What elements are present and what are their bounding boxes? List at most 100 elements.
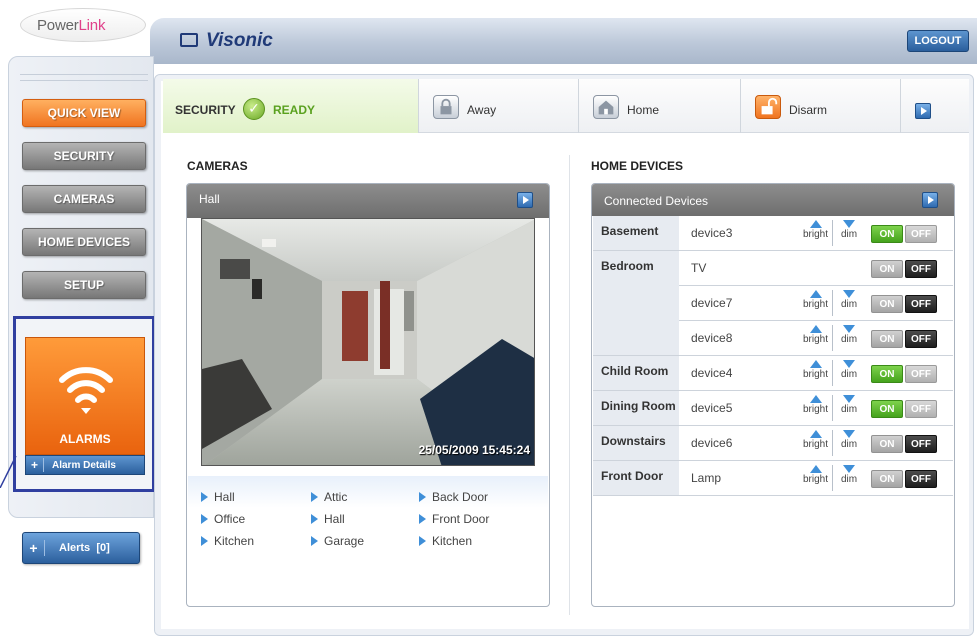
visonic-logo-icon — [180, 33, 198, 47]
brightness-up-button[interactable]: bright — [799, 360, 833, 386]
camera-item[interactable]: Attic — [311, 490, 347, 504]
room-label: Basement — [593, 216, 679, 251]
device-row: TV ON OFF — [679, 251, 953, 286]
device-off-button[interactable]: OFF — [905, 260, 937, 278]
header-bar: Visonic LOGOUT — [150, 18, 977, 64]
device-name: Lamp — [691, 471, 722, 485]
camera-header: Hall — [187, 184, 549, 218]
room-label: Bedroom — [593, 251, 679, 356]
camera-item[interactable]: Back Door — [419, 490, 488, 504]
device-on-button[interactable]: ON — [871, 435, 903, 453]
device-row: device8 bright dim ON OFF — [679, 321, 953, 356]
device-row: Lamp bright dim ON OFF — [679, 461, 953, 496]
main-panel: SECURITY ✓ READY Away Home Disarm CAMERA… — [154, 74, 974, 636]
camera-feed[interactable]: 25/05/2009 15:45:24 — [201, 218, 535, 466]
camera-feed-image — [202, 219, 534, 465]
brightness-down-button[interactable]: dim — [837, 360, 861, 380]
app-root: PowerLink Visonic LOGOUT QUICK VIEW SECU… — [0, 0, 977, 639]
brightness-down-button[interactable]: dim — [837, 395, 861, 415]
brightness-up-button[interactable]: bright — [799, 220, 833, 246]
device-on-button[interactable]: ON — [871, 365, 903, 383]
brand-label: Visonic — [206, 30, 273, 51]
away-button[interactable]: Away — [419, 79, 579, 133]
devices-next-arrow-icon[interactable] — [922, 192, 938, 208]
home-icon — [593, 95, 619, 119]
alerts-count: [0] — [96, 542, 110, 554]
disarm-button[interactable]: Disarm — [741, 79, 901, 133]
security-label: SECURITY — [175, 103, 236, 117]
device-on-button[interactable]: ON — [871, 260, 903, 278]
connected-devices-label: Connected Devices — [604, 194, 709, 208]
section-divider — [569, 155, 570, 615]
nav-quick-view-button[interactable]: QUICK VIEW — [22, 99, 146, 127]
room-label: Dining Room — [593, 391, 679, 426]
device-off-button[interactable]: OFF — [905, 225, 937, 243]
brightness-up-button[interactable]: bright — [799, 430, 833, 456]
camera-item[interactable]: Kitchen — [201, 534, 254, 548]
security-status-bar: SECURITY ✓ READY Away Home Disarm — [163, 79, 969, 133]
brightness-down-button[interactable]: dim — [837, 220, 861, 240]
brightness-up-button[interactable]: bright — [799, 465, 833, 491]
nav-divider — [20, 80, 148, 81]
alerts-button[interactable]: + Alerts [0] — [22, 532, 140, 564]
logout-button[interactable]: LOGOUT — [907, 30, 969, 52]
disarm-label: Disarm — [789, 103, 827, 117]
brightness-up-button[interactable]: bright — [799, 290, 833, 316]
camera-next-arrow-icon[interactable] — [517, 192, 533, 208]
nav-cameras-button[interactable]: CAMERAS — [22, 185, 146, 213]
camera-item[interactable]: Hall — [311, 512, 345, 526]
lock-icon — [433, 95, 459, 119]
device-off-button[interactable]: OFF — [905, 470, 937, 488]
brightness-up-button[interactable]: bright — [799, 325, 833, 351]
device-off-button[interactable]: OFF — [905, 365, 937, 383]
ready-label: READY — [273, 103, 316, 117]
alarms-button[interactable]: ALARMS — [25, 337, 145, 455]
main-content: SECURITY ✓ READY Away Home Disarm CAMERA… — [163, 79, 969, 629]
device-on-button[interactable]: ON — [871, 400, 903, 418]
device-off-button[interactable]: OFF — [905, 295, 937, 313]
camera-item[interactable]: Garage — [311, 534, 364, 548]
device-on-button[interactable]: ON — [871, 225, 903, 243]
home-label: Home — [627, 103, 660, 117]
brightness-down-button[interactable]: dim — [837, 325, 861, 345]
brightness-down-button[interactable]: dim — [837, 465, 861, 485]
pointer-line — [0, 455, 17, 488]
alerts-label: Alerts — [59, 542, 91, 554]
nav-security-button[interactable]: SECURITY — [22, 142, 146, 170]
plus-icon: + — [23, 540, 45, 556]
device-on-button[interactable]: ON — [871, 330, 903, 348]
device-row: device7 bright dim ON OFF — [679, 286, 953, 321]
unlock-icon — [755, 95, 781, 119]
devices-panel: Connected Devices Basement device3 bright d… — [591, 183, 955, 607]
alarm-highlight-frame: ALARMS + Alarm Details — [13, 316, 155, 492]
device-on-button[interactable]: ON — [871, 295, 903, 313]
camera-panel: Hall 25/05/2009 15:45:24 Hall Attic Back… — [186, 183, 550, 607]
home-devices-section-title: HOME DEVICES — [591, 159, 684, 173]
current-camera-label: Hall — [199, 192, 220, 206]
brand: Visonic — [180, 30, 273, 52]
brightness-down-button[interactable]: dim — [837, 290, 861, 310]
brightness-down-button[interactable]: dim — [837, 430, 861, 450]
alarm-details-button[interactable]: + Alarm Details — [25, 455, 145, 475]
device-off-button[interactable]: OFF — [905, 330, 937, 348]
brightness-up-button[interactable]: bright — [799, 395, 833, 421]
camera-item[interactable]: Kitchen — [419, 534, 472, 548]
nav-home-devices-button[interactable]: HOME DEVICES — [22, 228, 146, 256]
nav-setup-button[interactable]: SETUP — [22, 271, 146, 299]
device-name: device7 — [691, 296, 733, 310]
device-off-button[interactable]: OFF — [905, 400, 937, 418]
camera-item[interactable]: Hall — [201, 490, 235, 504]
devices-header: Connected Devices — [592, 184, 954, 216]
status-next-arrow-icon[interactable] — [915, 103, 931, 119]
home-button[interactable]: Home — [579, 79, 741, 133]
device-off-button[interactable]: OFF — [905, 435, 937, 453]
camera-timestamp: 25/05/2009 15:45:24 — [418, 443, 530, 457]
camera-item[interactable]: Front Door — [419, 512, 489, 526]
room-label: Front Door — [593, 461, 679, 496]
device-on-button[interactable]: ON — [871, 470, 903, 488]
device-row: device6 bright dim ON OFF — [679, 426, 953, 461]
alarm-details-label: Alarm Details — [52, 459, 116, 471]
device-row: device4 bright dim ON OFF — [679, 356, 953, 391]
camera-item[interactable]: Office — [201, 512, 245, 526]
device-name: device8 — [691, 331, 733, 345]
